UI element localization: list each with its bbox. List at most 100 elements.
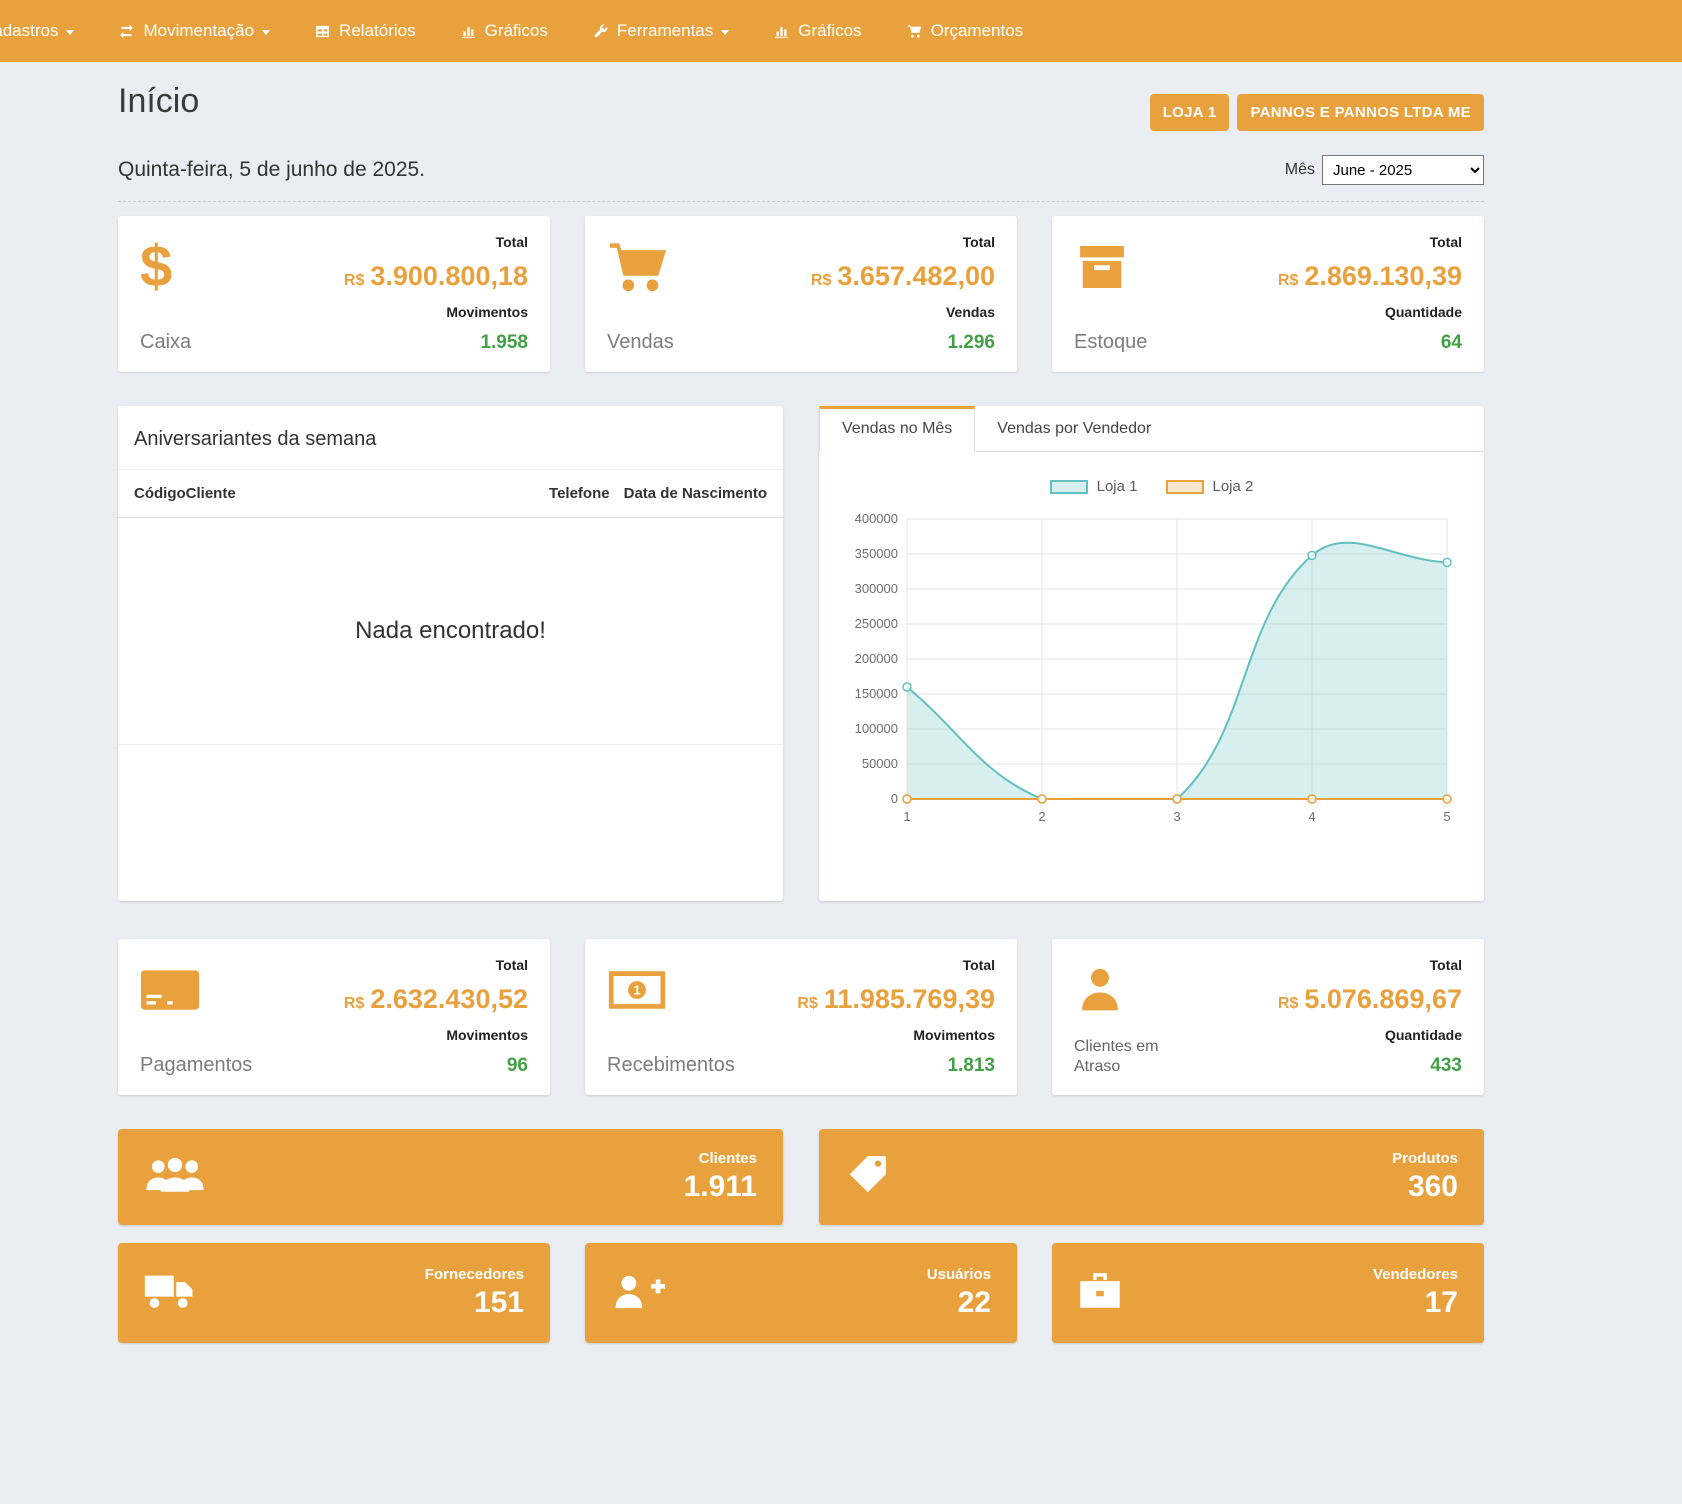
total-amount: R$2.869.130,39 [1278, 262, 1462, 292]
tile-value: 1.911 [684, 1170, 757, 1204]
nav-item-relatorios[interactable]: Relatórios [314, 21, 416, 41]
count-value: 96 [507, 1055, 528, 1077]
tile-label: Vendedores [1373, 1266, 1458, 1283]
chevron-down-icon [66, 30, 74, 35]
nav-item-graficos-2[interactable]: Gráficos [773, 21, 861, 41]
legend-label: Loja 1 [1097, 478, 1138, 495]
bar-chart-icon [773, 23, 790, 40]
credit-card-icon [140, 957, 200, 1023]
tile-value: 17 [1373, 1286, 1458, 1320]
count-label: Movimentos [446, 1027, 528, 1043]
svg-text:3: 3 [1173, 809, 1180, 824]
company-button[interactable]: PANNOS E PANNOS LTDA ME [1237, 94, 1484, 131]
tile-value: 22 [927, 1286, 991, 1320]
nav-label: Gráficos [485, 21, 548, 41]
chevron-down-icon [721, 30, 729, 35]
column-nascimento: Data de Nascimento [624, 485, 767, 502]
svg-text:300000: 300000 [855, 581, 898, 596]
nav-label: Relatórios [339, 21, 416, 41]
tile-usuarios[interactable]: Usuários 22 [585, 1243, 1017, 1343]
svg-text:1: 1 [633, 983, 640, 998]
total-amount: R$11.985.769,39 [797, 985, 995, 1015]
nav-label: Orçamentos [931, 21, 1024, 41]
nav-label: Movimentação [143, 21, 254, 41]
legend-item-loja1[interactable]: Loja 1 [1050, 478, 1138, 495]
nav-label: Gráficos [798, 21, 861, 41]
nav-item-movimentacao[interactable]: Movimentação [118, 21, 270, 41]
svg-text:150000: 150000 [855, 686, 898, 701]
tile-label: Fornecedores [425, 1266, 524, 1283]
total-amount: R$5.076.869,67 [1278, 985, 1462, 1015]
dollar-icon: $ [140, 234, 172, 300]
total-label: Total [1430, 234, 1462, 250]
cart-icon [607, 234, 669, 300]
total-label: Total [496, 234, 528, 250]
total-amount: R$3.657.482,00 [811, 262, 995, 292]
tile-vendedores[interactable]: Vendedores 17 [1052, 1243, 1484, 1343]
svg-text:250000: 250000 [855, 616, 898, 631]
page-header: Início LOJA 1 PANNOS E PANNOS LTDA ME [118, 82, 1484, 131]
tile-label: Produtos [1392, 1150, 1458, 1167]
exchange-icon [118, 23, 135, 40]
svg-text:5: 5 [1443, 809, 1450, 824]
svg-text:4: 4 [1308, 809, 1315, 824]
nav-item-ferramentas[interactable]: Ferramentas [592, 21, 729, 41]
nav-label: Ferramentas [617, 21, 713, 41]
stat-card-clientes-atraso: Clientes em Atraso Total R$5.076.869,67 … [1052, 939, 1484, 1095]
total-label: Total [1430, 957, 1462, 973]
count-value: 1.296 [947, 332, 995, 354]
svg-text:350000: 350000 [855, 546, 898, 561]
tab-vendas-no-mes[interactable]: Vendas no Mês [819, 406, 975, 452]
sales-tabs: Vendas no Mês Vendas por Vendedor [819, 406, 1484, 452]
money-bill-icon: 1 [607, 957, 667, 1023]
sales-line-chart: 0500001000001500002000002500003000003500… [827, 503, 1463, 835]
svg-text:100000: 100000 [855, 721, 898, 736]
legend-item-loja2[interactable]: Loja 2 [1166, 478, 1254, 495]
store-button[interactable]: LOJA 1 [1150, 94, 1230, 131]
birthdays-table-header: CódigoCliente Telefone Data de Nasciment… [118, 470, 783, 518]
stat-card-title: Recebimentos [607, 1054, 735, 1077]
wrench-icon [592, 23, 609, 40]
current-date: Quinta-feira, 5 de junho de 2025. [118, 158, 425, 182]
count-label: Quantidade [1385, 1027, 1462, 1043]
svg-text:200000: 200000 [855, 651, 898, 666]
tab-vendas-por-vendedor[interactable]: Vendas por Vendedor [975, 406, 1173, 451]
tile-fornecedores[interactable]: Fornecedores 151 [118, 1243, 550, 1343]
count-value: 64 [1441, 332, 1462, 354]
svg-text:1: 1 [903, 809, 910, 824]
stat-card-pagamentos: Pagamentos Total R$2.632.430,52 Moviment… [118, 939, 550, 1095]
stat-card-title: Estoque [1074, 331, 1147, 354]
nav-item-graficos[interactable]: Gráficos [460, 21, 548, 41]
total-label: Total [963, 234, 995, 250]
top-navbar: Cadastros Movimentação Relatórios Gráfic… [0, 0, 1682, 62]
page-title: Início [118, 82, 199, 121]
month-select[interactable]: June - 2025 [1322, 155, 1484, 185]
legend-swatch [1050, 480, 1088, 494]
sales-panel: Vendas no Mês Vendas por Vendedor Loja 1… [819, 406, 1484, 901]
legend-label: Loja 2 [1213, 478, 1254, 495]
box-icon [1074, 234, 1130, 300]
nav-item-cadastros[interactable]: Cadastros [0, 21, 74, 41]
stat-card-title: Clientes em Atraso [1074, 1037, 1194, 1077]
stat-card-title: Pagamentos [140, 1054, 252, 1077]
count-label: Movimentos [446, 304, 528, 320]
chevron-down-icon [262, 30, 270, 35]
person-icon [1074, 957, 1126, 1023]
count-label: Movimentos [913, 1027, 995, 1043]
birthdays-panel: Aniversariantes da semana CódigoCliente … [118, 406, 783, 901]
tile-value: 151 [425, 1286, 524, 1320]
tile-produtos[interactable]: Produtos 360 [819, 1129, 1484, 1225]
tile-label: Clientes [684, 1150, 757, 1167]
count-label: Quantidade [1385, 304, 1462, 320]
tile-clientes[interactable]: Clientes 1.911 [118, 1129, 783, 1225]
briefcase-icon [1078, 1272, 1122, 1315]
tile-label: Usuários [927, 1266, 991, 1283]
tag-icon [845, 1153, 889, 1202]
nav-item-orcamentos[interactable]: Orçamentos [906, 21, 1024, 41]
truck-icon [144, 1272, 194, 1315]
stat-card-caixa: $ Caixa Total R$3.900.800,18 Movimentos … [118, 216, 550, 372]
chart-legend: Loja 1 Loja 2 [819, 478, 1484, 495]
svg-text:0: 0 [891, 791, 898, 806]
month-label: Mês [1285, 161, 1315, 179]
count-value: 1.813 [947, 1055, 995, 1077]
